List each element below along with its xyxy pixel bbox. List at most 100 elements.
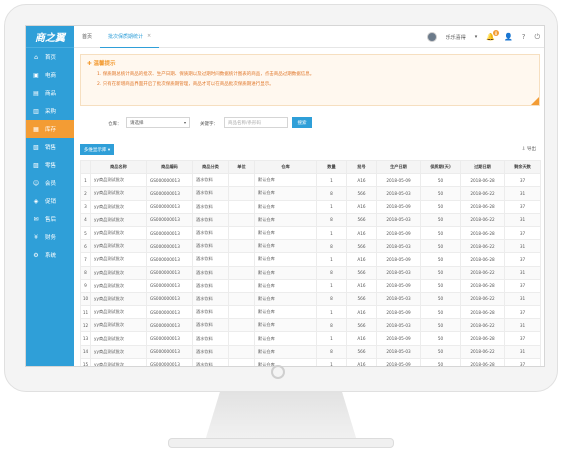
table-row[interactable]: 13 yy商品测试批次 GS000000013 酒水饮料 默认仓库 1 A16 2018-05…: [80, 331, 541, 346]
chevron-down-icon: ▾: [183, 120, 186, 125]
table-row[interactable]: 4 yy商品测试批次 GS000000013 酒水饮料 默认仓库 8 566 2018-05-…: [80, 212, 541, 227]
table-row[interactable]: 2 yy商品测试批次 GS000000013 酒水饮料 默认仓库 8 566 2018-05-…: [80, 186, 541, 201]
table-cell: 8: [316, 186, 347, 201]
sidebar-item-1[interactable]: ▣ 电商: [26, 66, 74, 84]
promo-icon: ◈: [33, 197, 39, 205]
sidebar-item-6[interactable]: ▨ 零售: [26, 156, 74, 174]
column-header: 批号: [346, 159, 377, 175]
table-cell: 默认仓库: [254, 225, 317, 241]
close-icon[interactable]: ×: [147, 33, 151, 39]
sidebar-item-0[interactable]: ⌂ 首页: [26, 48, 74, 66]
table-cell: 2018-05-03: [376, 344, 421, 359]
logout-icon[interactable]: ⏻: [534, 33, 540, 42]
table-cell: 默认仓库: [254, 173, 317, 188]
table-cell: 31: [504, 239, 541, 254]
table-row[interactable]: 15 yy商品测试批次 GS000000013 酒水饮料 默认仓库 1 A16 2018-05…: [80, 357, 541, 366]
table-cell: 6: [80, 239, 91, 254]
user-icon[interactable]: 👤: [504, 33, 513, 41]
table-row[interactable]: 7 yy商品测试批次 GS000000013 酒水饮料 默认仓库 1 A16 2018-05-…: [80, 252, 541, 267]
table-row[interactable]: 8 yy商品测试批次 GS000000013 酒水饮料 默认仓库 8 566 2018-05-…: [80, 265, 541, 280]
monitor-neck: [205, 391, 357, 441]
tab-home[interactable]: 首页: [74, 26, 100, 48]
table-cell: 2018-05-09: [376, 252, 421, 267]
table-row[interactable]: 5 yy商品测试批次 GS000000013 酒水饮料 默认仓库 1 A16 2018-05-…: [80, 225, 541, 241]
table-cell: 13: [80, 331, 91, 346]
keyword-input[interactable]: 商品名称/条形码: [224, 117, 288, 128]
notice-line-2: 2. 只有在新增商品界面开启了批次保质期管理，商品才可以在商品批次保质期进行显示…: [97, 82, 274, 87]
sidebar-item-10[interactable]: ¥ 财务: [26, 228, 74, 246]
avatar[interactable]: [426, 32, 437, 42]
notice-panel: ✚ 温馨提示 1. 保质期总统计商品的批次、生产日期、保质期以及过期时间数据统计…: [80, 54, 540, 106]
app-logo[interactable]: 商之翼: [26, 26, 74, 48]
table-cell: 10: [80, 291, 91, 307]
table-cell: 1: [316, 225, 347, 241]
table-cell: 566: [346, 212, 377, 227]
warehouse-select[interactable]: 请选择 ▾: [126, 117, 190, 128]
table-cell: 2018-05-03: [376, 291, 421, 307]
table-cell: 酒水饮料: [192, 344, 229, 359]
export-button[interactable]: ⇩ 导出: [522, 146, 536, 152]
sidebar-item-3[interactable]: ▥ 采购: [26, 102, 74, 120]
column-header: 过期日期: [460, 159, 505, 175]
filter-bar: 仓库： 请选择 ▾ 关键字： 商品名称/条形码 搜索: [80, 114, 540, 134]
multi-display-button[interactable]: 多维显示库 ▾: [80, 144, 114, 155]
column-header: 生产日期: [376, 159, 421, 175]
table-cell: 2018-05-09: [376, 357, 421, 366]
table-cell: 4: [80, 212, 91, 227]
member-icon: ☺: [32, 179, 40, 187]
table-cell: [228, 278, 255, 293]
table-cell: 50: [420, 291, 461, 307]
table-row[interactable]: 12 yy商品测试批次 GS000000013 酒水饮料 默认仓库 8 566 2018-05…: [80, 318, 541, 333]
sidebar-item-4[interactable]: ▦ 库存: [26, 120, 74, 138]
column-header: [80, 159, 91, 175]
table-cell: 2018-05-09: [376, 173, 421, 188]
table-cell: 2018-05-09: [376, 305, 421, 320]
table-cell: 1: [316, 173, 347, 188]
column-header: 剩余天数: [504, 159, 541, 175]
table-cell: 酒水饮料: [192, 225, 229, 241]
table-cell: 酒水饮料: [192, 318, 229, 333]
table-cell: [228, 305, 255, 320]
table-cell: 11: [80, 305, 91, 320]
table-row[interactable]: 11 yy商品测试批次 GS000000013 酒水饮料 默认仓库 1 A16 2018-05…: [80, 305, 541, 320]
table-cell: 酒水饮料: [192, 331, 229, 346]
sidebar-item-label: 售后: [45, 217, 57, 223]
table-row[interactable]: 14 yy商品测试批次 GS000000013 酒水饮料 默认仓库 8 566 2018-05…: [80, 344, 541, 359]
sidebar-item-5[interactable]: ▧ 销售: [26, 138, 74, 156]
table-cell: 14: [80, 344, 91, 359]
table-row[interactable]: 9 yy商品测试批次 GS000000013 酒水饮料 默认仓库 1 A16 2018-05-…: [80, 278, 541, 293]
table-cell: A16: [346, 331, 377, 346]
table-cell: yy商品测试批次: [90, 344, 147, 359]
table-cell: yy商品测试批次: [90, 265, 147, 280]
table-cell: 566: [346, 186, 377, 201]
table-cell: 2018-06-28: [460, 305, 505, 320]
sidebar-item-11[interactable]: ⚙ 系统: [26, 246, 74, 264]
table-cell: GS000000013: [146, 278, 193, 293]
search-button[interactable]: 搜索: [292, 117, 312, 128]
table-row[interactable]: 6 yy商品测试批次 GS000000013 酒水饮料 默认仓库 8 566 2018-05-…: [80, 239, 541, 254]
sidebar-item-8[interactable]: ◈ 促销: [26, 192, 74, 210]
column-header: 数量: [316, 159, 347, 175]
table-cell: 566: [346, 265, 377, 280]
chevron-down-icon[interactable]: ▾: [475, 34, 478, 40]
table-cell: 酒水饮料: [192, 265, 229, 280]
table-row[interactable]: 10 yy商品测试批次 GS000000013 酒水饮料 默认仓库 8 566 2018-05…: [80, 291, 541, 307]
tab-batch-expiry[interactable]: 批次保质期统计 ×: [100, 26, 160, 48]
user-name[interactable]: 乐乐喜得: [446, 34, 466, 41]
bell-icon[interactable]: 🔔 8: [486, 30, 500, 41]
table-cell: 50: [420, 173, 461, 188]
table-row[interactable]: 1 yy商品测试批次 GS000000013 酒水饮料 默认仓库 1 A16 2018-05-…: [80, 173, 541, 188]
table-row[interactable]: 3 yy商品测试批次 GS000000013 酒水饮料 默认仓库 1 A16 2018-05-…: [80, 199, 541, 214]
table-cell: yy商品测试批次: [90, 278, 147, 293]
sidebar-item-label: 财务: [45, 235, 57, 241]
help-icon[interactable]: ?: [522, 33, 526, 41]
sidebar-item-7[interactable]: ☺ 会员: [26, 174, 74, 192]
table-cell: 2018-05-03: [376, 212, 421, 227]
sidebar-item-2[interactable]: ▤ 商品: [26, 84, 74, 102]
notice-collapse-toggle[interactable]: [531, 97, 539, 105]
table-cell: 8: [316, 265, 347, 280]
sidebar-item-label: 系统: [45, 253, 57, 259]
sidebar-item-9[interactable]: ✉ 售后: [26, 210, 74, 228]
table-cell: 2018-05-03: [376, 186, 421, 201]
table-cell: 8: [316, 212, 347, 227]
